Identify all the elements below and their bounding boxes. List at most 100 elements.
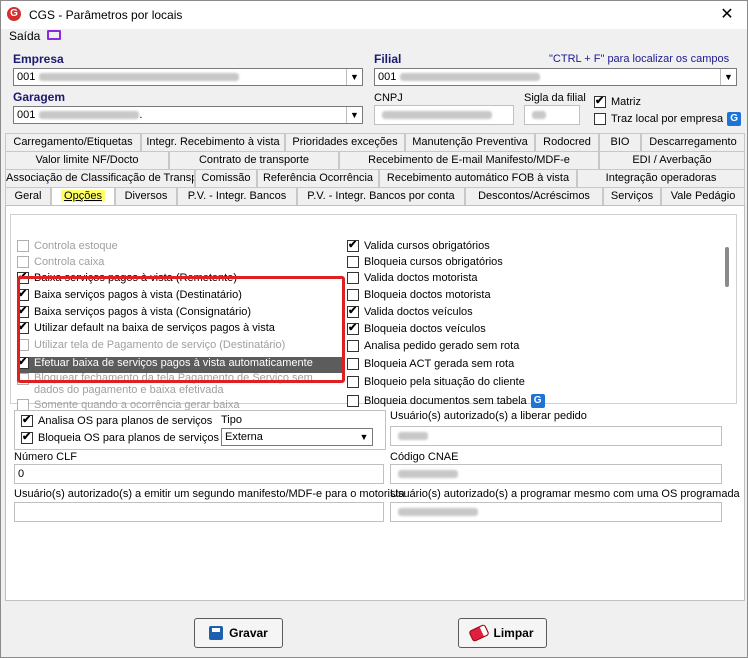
tabs-row-4: Geral Opções Diversos P.V. - Integr. Ban… [5, 187, 745, 205]
chevron-down-icon[interactable]: ▼ [720, 69, 736, 85]
tab-pv-integr-bancos[interactable]: P.V. - Integr. Bancos [177, 187, 297, 205]
empresa-select[interactable]: 001 ▼ [13, 68, 363, 86]
opt-label: Bloqueia doctos veículos [364, 323, 486, 335]
checkbox-box[interactable] [347, 238, 359, 252]
checkbox-box[interactable] [347, 340, 359, 352]
tab-servicos[interactable]: Serviços [603, 187, 661, 205]
cnpj-input[interactable] [374, 105, 514, 125]
checkbox-box[interactable] [17, 240, 29, 252]
tab-descontos[interactable]: Descontos/Acréscimos [465, 187, 603, 205]
empresa-label: Empresa [13, 52, 64, 66]
window-title: CGS - Parâmetros por locais [29, 8, 183, 22]
chevron-down-icon[interactable]: ▼ [346, 69, 362, 85]
matriz-checkbox[interactable]: Matriz [594, 94, 641, 108]
limpar-button[interactable]: Limpar [458, 618, 547, 648]
bloqueia-os-checkbox[interactable]: Bloqueia OS para planos de serviços [21, 430, 219, 444]
matriz-text: Matriz [611, 96, 641, 108]
chevron-down-icon[interactable]: ▼ [356, 429, 372, 445]
checkbox-box[interactable] [17, 256, 29, 268]
garagem-label: Garagem [13, 90, 66, 104]
traz-local-checkbox[interactable]: Traz local por empresa G [594, 112, 742, 126]
tab-geral[interactable]: Geral [5, 187, 51, 205]
tipo-select[interactable]: Externa ▼ [221, 428, 373, 446]
checkbox-box[interactable] [347, 321, 359, 335]
tab-opcoes-label: Opções [61, 190, 105, 202]
tab-manutencao[interactable]: Manutenção Preventiva [405, 133, 535, 151]
programar-os-input[interactable] [390, 502, 722, 522]
tab-referencia[interactable]: Referência Ocorrência [257, 169, 379, 187]
opt-analisa-pedido[interactable]: Analisa pedido gerado sem rota [347, 340, 519, 352]
tab-integracao-operadoras[interactable]: Integração operadoras [577, 169, 745, 187]
opt-controla-caixa[interactable]: Controla caixa [17, 256, 104, 268]
bloqueia-os-text: Bloqueia OS para planos de serviços [38, 432, 219, 444]
options-scroll-area: Controla estoque Controla caixa Baixa se… [10, 214, 737, 411]
opt-valida-cursos[interactable]: Valida cursos obrigatórios [347, 238, 490, 252]
checkbox-box[interactable] [347, 272, 359, 284]
opt-controla-estoque[interactable]: Controla estoque [17, 240, 118, 252]
checkbox-box[interactable] [21, 413, 33, 427]
filial-select[interactable]: 001 ▼ [374, 68, 737, 86]
analisa-os-checkbox[interactable]: Analisa OS para planos de serviços [21, 413, 212, 427]
tab-vale-pedagio[interactable]: Vale Pedágio [661, 187, 745, 205]
tab-bio[interactable]: BIO [599, 133, 641, 151]
empresa-value: 001 [17, 71, 36, 83]
tab-valor-limite[interactable]: Valor limite NF/Docto [5, 151, 169, 169]
tab-recebimento-email[interactable]: Recebimento de E-mail Manifesto/MDF-e [339, 151, 599, 169]
opt-label: Bloqueio pela situação do cliente [364, 376, 525, 388]
opt-bloqueia-doctos-motorista[interactable]: Bloqueia doctos motorista [347, 289, 491, 301]
search-g-icon[interactable]: G [530, 394, 545, 408]
checkbox-box[interactable] [347, 376, 359, 388]
tab-carregamento[interactable]: Carregamento/Etiquetas [5, 133, 141, 151]
tab-opcoes[interactable]: Opções [51, 187, 115, 205]
garagem-select[interactable]: 001. ▼ [13, 106, 363, 124]
opt-valida-doctos-motorista[interactable]: Valida doctos motorista [347, 272, 478, 284]
checkbox-box[interactable] [347, 358, 359, 370]
screen-icon[interactable] [47, 30, 61, 40]
search-g-icon[interactable]: G [727, 112, 742, 126]
tab-descarregamento[interactable]: Descarregamento [641, 133, 745, 151]
checkbox-box[interactable] [347, 395, 359, 407]
tab-prioridades[interactable]: Prioridades exceções [285, 133, 405, 151]
checkbox-box[interactable] [347, 289, 359, 301]
usuarios-liberar-input[interactable] [390, 426, 722, 446]
opt-valida-doctos-veiculos[interactable]: Valida doctos veículos [347, 304, 473, 318]
segundo-manifesto-input[interactable] [14, 502, 384, 522]
highlight-annotation-box [17, 276, 345, 383]
garagem-value: 001 [17, 109, 36, 121]
gravar-label: Gravar [229, 626, 268, 640]
parametros-window: G CGS - Parâmetros por locais ✕ Saída Em… [0, 0, 748, 658]
traz-local-text: Traz local por empresa [611, 113, 724, 125]
scrollbar-thumb[interactable] [725, 247, 729, 287]
opt-label: Controla estoque [34, 240, 118, 252]
opt-bloqueia-doctos-veiculos[interactable]: Bloqueia doctos veículos [347, 321, 486, 335]
tab-rodocred[interactable]: Rodocred [535, 133, 599, 151]
menu-saida[interactable]: Saída [9, 29, 40, 43]
checkbox-box[interactable] [347, 304, 359, 318]
tab-edi-averbacao[interactable]: EDI / Averbação [599, 151, 745, 169]
opt-bloqueia-sem-tabela[interactable]: Bloqueia documentos sem tabela G [347, 394, 545, 408]
opt-bloqueia-act[interactable]: Bloqueia ACT gerada sem rota [347, 358, 514, 370]
tab-recebimento-fob[interactable]: Recebimento automático FOB à vista [379, 169, 577, 187]
tab-pv-integr-bancos-conta[interactable]: P.V. - Integr. Bancos por conta [297, 187, 465, 205]
numero-clf-input[interactable]: 0 [14, 464, 384, 484]
gravar-button[interactable]: Gravar [194, 618, 283, 648]
checkbox-box[interactable] [347, 256, 359, 268]
tab-diversos[interactable]: Diversos [115, 187, 177, 205]
checkbox-box[interactable] [594, 94, 606, 108]
tab-integr-recebimento[interactable]: Integr. Recebimento à vista [141, 133, 285, 151]
chevron-down-icon[interactable]: ▼ [346, 107, 362, 123]
checkbox-box[interactable] [594, 113, 606, 125]
tabs-row-3: Associação de Classificação de Transport… [5, 169, 745, 187]
title-bar: G CGS - Parâmetros por locais ✕ [1, 1, 747, 29]
tab-contrato[interactable]: Contrato de transporte [169, 151, 339, 169]
close-button[interactable]: ✕ [707, 1, 747, 29]
tab-comissao[interactable]: Comissão [195, 169, 257, 187]
opt-label-line2: dados do pagamento e baixa efetivada [34, 384, 224, 396]
sigla-input[interactable] [524, 105, 580, 125]
codigo-cnae-input[interactable] [390, 464, 722, 484]
opt-bloqueio-situacao[interactable]: Bloqueio pela situação do cliente [347, 376, 525, 388]
checkbox-box[interactable] [21, 430, 33, 444]
tab-associacao[interactable]: Associação de Classificação de Transport… [5, 169, 195, 187]
sigla-label: Sigla da filial [524, 92, 586, 104]
opt-bloqueia-cursos[interactable]: Bloqueia cursos obrigatórios [347, 256, 503, 268]
